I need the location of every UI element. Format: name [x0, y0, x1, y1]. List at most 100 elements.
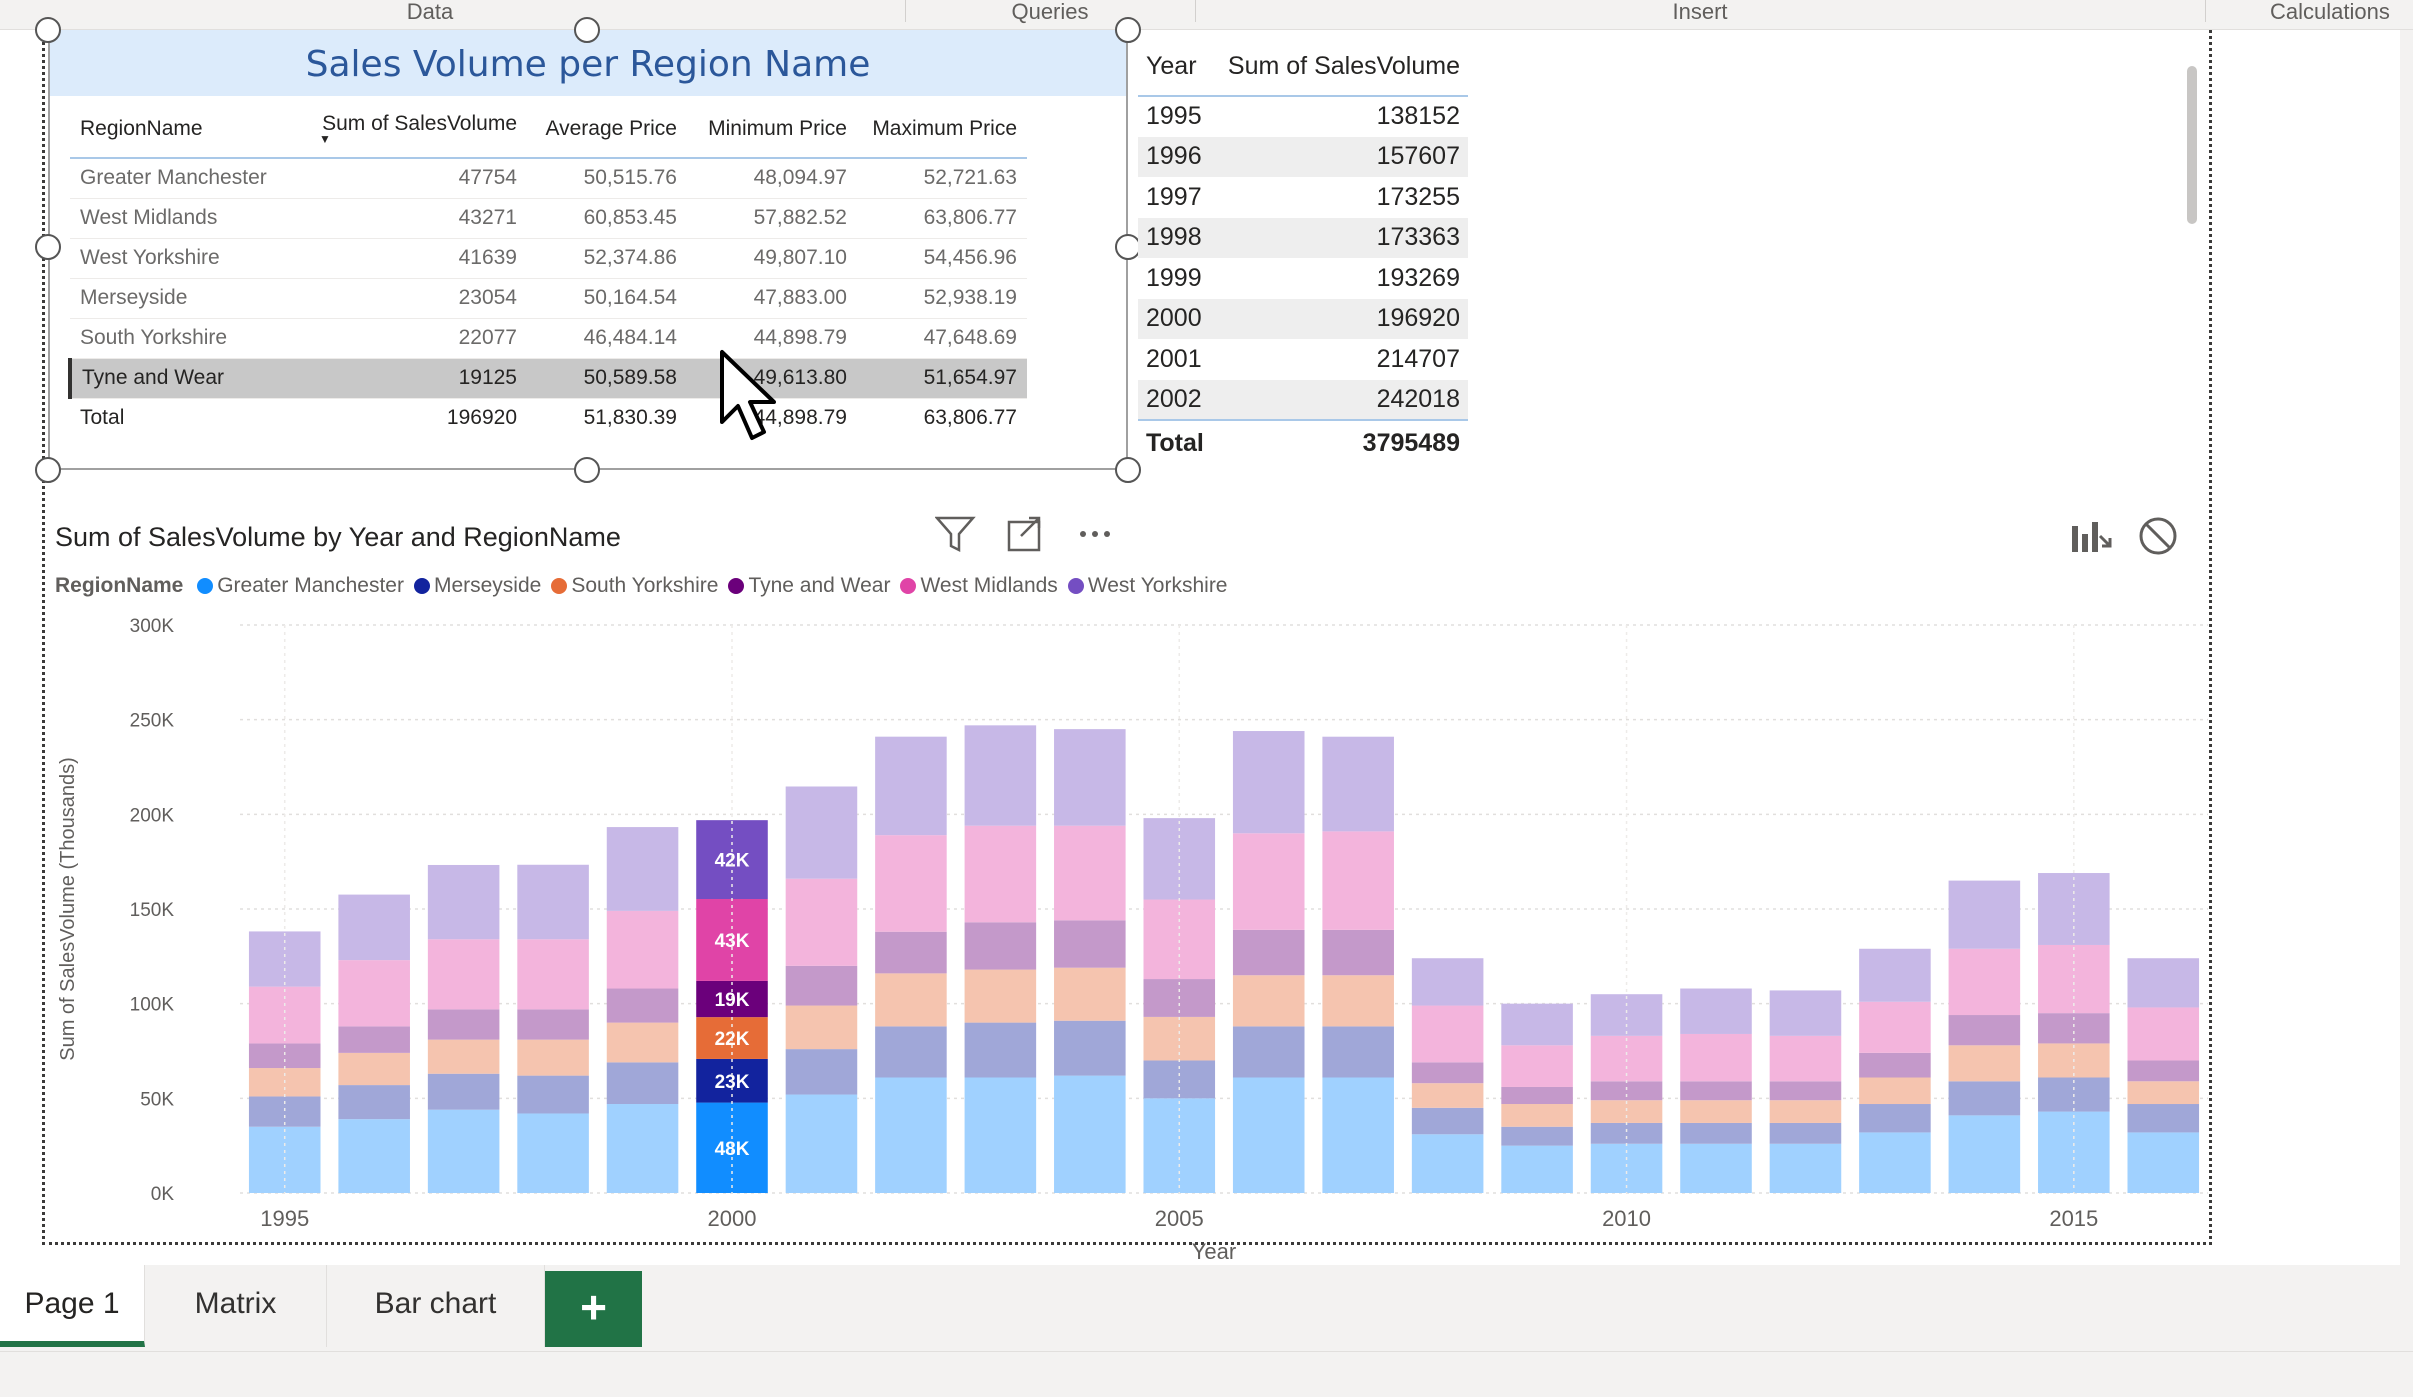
bar-segment [1680, 988, 1752, 1034]
cell: 19125 [305, 358, 527, 399]
mouse-cursor-icon [720, 350, 776, 440]
tab-bar-chart[interactable]: Bar chart [327, 1265, 545, 1347]
table-row[interactable]: South Yorkshire 22077 46,484.14 44,898.7… [70, 318, 1027, 359]
resize-handle-bottom-left[interactable] [35, 457, 61, 483]
bar-segment [1411, 1005, 1484, 1063]
bar-segment [964, 922, 1037, 970]
bar-segment [1232, 1026, 1305, 1078]
column-header-regionname[interactable]: RegionName [70, 100, 305, 159]
bar-segment [2127, 1132, 2200, 1193]
cell: 242018 [1218, 379, 1468, 420]
cell: 2000 [1138, 298, 1218, 339]
ribbon-group-data[interactable]: Data [330, 0, 530, 30]
bar-segment [248, 986, 321, 1044]
ribbon-group-insert[interactable]: Insert [1600, 0, 1800, 30]
cell: 43271 [305, 198, 527, 239]
bar-segment [2127, 1060, 2200, 1082]
table-row[interactable]: Merseyside 23054 50,164.54 47,883.00 52,… [70, 278, 1027, 319]
drill-icon[interactable] [2072, 522, 2112, 552]
bar-segment [1769, 1100, 1842, 1123]
cell: 214707 [1376, 344, 1460, 373]
tab-page-1[interactable]: Page 1 [0, 1265, 145, 1347]
bar-segment [1322, 975, 1394, 1027]
legend-item[interactable]: Tyne and Wear [728, 574, 890, 598]
table-row[interactable]: 2001 214707 [1138, 339, 1468, 380]
cell: 57,882.52 [687, 198, 857, 239]
bar-segment [1769, 990, 1842, 1036]
resize-handle-top[interactable] [574, 17, 600, 43]
cell: 193269 [1376, 263, 1460, 292]
canvas-scrollbar-track[interactable] [2398, 30, 2413, 1265]
resize-handle-top-left[interactable] [35, 17, 61, 43]
bar-segment [1501, 1145, 1573, 1193]
table-row-selected[interactable]: Tyne and Wear 19125 50,589.58 49,613.80 … [68, 358, 1027, 399]
y-tick-label: 200K [130, 805, 175, 826]
report-canvas: Sales Volume per Region Name RegionName … [0, 17, 2400, 1265]
legend-item[interactable]: West Yorkshire [1067, 574, 1228, 598]
tab-matrix[interactable]: Matrix [145, 1265, 327, 1347]
bar-segment [1948, 1015, 2021, 1046]
column-header-sum-salesvolume[interactable]: Sum of SalesVolume ▼ [305, 100, 527, 159]
bar-segment [427, 1073, 500, 1110]
cell: 1998 [1138, 217, 1218, 258]
bar-segment [1948, 1115, 2021, 1193]
column-header-maximum-price[interactable]: Maximum Price [857, 100, 1027, 159]
status-bar [0, 1351, 2413, 1397]
table-row[interactable]: 2000 196920 [1138, 298, 1468, 339]
table-row[interactable]: 1998 173363 [1138, 217, 1468, 258]
ribbon-separator [1195, 0, 1196, 22]
table-row[interactable]: 1996 157607 [1138, 136, 1468, 177]
table-row[interactable]: 1997 173255 [1138, 177, 1468, 218]
bar-segment [517, 864, 589, 940]
bar-segment [427, 1109, 500, 1193]
column-header-year[interactable]: Year [1138, 38, 1218, 97]
bar-segment [248, 931, 321, 987]
table-row[interactable]: West Midlands 43271 60,853.45 57,882.52 … [70, 198, 1027, 239]
matrix-visual[interactable]: Sales Volume per Region Name RegionName … [48, 30, 1128, 470]
bar-segment [1411, 1062, 1484, 1084]
add-page-button[interactable]: + [545, 1271, 642, 1347]
column-header-minimum-price[interactable]: Minimum Price [687, 100, 857, 159]
cell: 63,806.77 [857, 198, 1027, 239]
bar-segment [1859, 1132, 1931, 1193]
x-tick-label: 2000 [708, 1206, 757, 1231]
filter-icon[interactable] [935, 516, 976, 553]
bar-segment [1769, 1035, 1842, 1082]
resize-handle-left[interactable] [35, 234, 61, 260]
bar-segment [338, 1119, 410, 1193]
cell: Total [80, 406, 125, 430]
x-tick-label: 2005 [1155, 1206, 1204, 1231]
cell: 47,648.69 [857, 318, 1027, 359]
legend-title: RegionName [55, 574, 184, 597]
cell: 157607 [1218, 136, 1468, 177]
column-header-average-price[interactable]: Average Price [527, 100, 687, 159]
table-row[interactable]: 2002 242018 [1138, 379, 1468, 420]
cell: 46,484.14 [527, 318, 687, 359]
year-table-visual[interactable]: Year Sum of SalesVolume 1995 138152 1996 1… [1138, 38, 1468, 466]
focus-mode-icon[interactable] [1007, 516, 1041, 552]
stacked-bar-chart: 0K 50K 100K 150K 200K 250K 300K Sum of SalesVol… [57, 616, 2208, 1260]
resize-handle-bottom[interactable] [574, 457, 600, 483]
legend-item[interactable]: West Midlands [900, 574, 1058, 598]
cell: 52,721.63 [857, 158, 1027, 199]
bar-segment [1054, 729, 1126, 826]
table-row[interactable]: 1999 193269 [1138, 258, 1468, 299]
table-row[interactable]: 1995 138152 [1138, 96, 1468, 137]
bar-segment [1411, 1107, 1484, 1135]
bar-segment [1680, 1143, 1752, 1193]
legend-items: Greater Manchester Merseyside South Yorksh… [197, 574, 1237, 597]
legend-item[interactable]: Greater Manchester [197, 574, 404, 598]
bar-segment [1501, 1126, 1573, 1146]
table-row[interactable]: West Yorkshire 41639 52,374.86 49,807.10… [70, 238, 1027, 279]
more-options-icon[interactable] [1080, 531, 1110, 537]
bar-segment [2127, 958, 2200, 1008]
legend-item[interactable]: Merseyside [413, 574, 541, 598]
legend-item[interactable]: South Yorkshire [551, 574, 718, 598]
table-row[interactable]: Greater Manchester 47754 50,515.76 48,09… [70, 158, 1027, 199]
legend-dot-icon [1067, 578, 1084, 594]
column-header-sum-salesvolume[interactable]: Sum of SalesVolume [1218, 38, 1468, 97]
block-icon[interactable] [2139, 517, 2177, 555]
ribbon-group-calculations[interactable]: Calculations [2270, 0, 2413, 30]
bar-segment [606, 1062, 679, 1105]
year-table-scrollbar[interactable] [2187, 66, 2197, 224]
